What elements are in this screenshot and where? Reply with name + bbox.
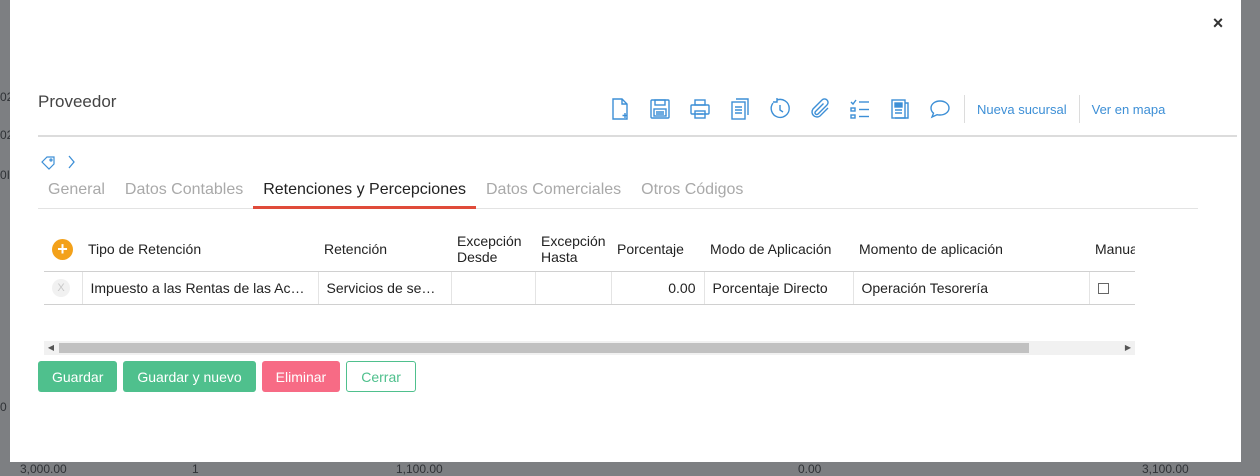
print-icon[interactable] — [680, 94, 720, 124]
column-header-line: Excepción — [457, 233, 522, 250]
column-header[interactable]: Modo de Aplicación — [704, 228, 853, 271]
tab-retenciones-percepciones[interactable]: Retenciones y Percepciones — [253, 178, 476, 209]
action-buttons: Guardar Guardar y nuevo Eliminar Cerrar — [38, 361, 416, 392]
checklist-icon[interactable] — [840, 94, 880, 124]
breadcrumb — [40, 154, 80, 175]
scroll-right-arrow-icon[interactable]: ▶ — [1121, 341, 1135, 355]
table-row: X Impuesto a las Rentas de las Ac… Servi… — [44, 270, 1135, 305]
table-header-row: + Tipo de Retención Retención Excepción D… — [44, 228, 1135, 271]
delete-button[interactable]: Eliminar — [261, 361, 341, 392]
background-fragment: 0.00 — [798, 462, 822, 476]
column-header-line: Hasta — [541, 249, 578, 266]
tab-general[interactable]: General — [38, 178, 115, 208]
background-fragment: 3,000.00 — [20, 462, 67, 476]
background-fragment: 0 — [0, 400, 7, 414]
column-header[interactable]: Retención — [318, 228, 451, 271]
cell-tipo-retencion[interactable]: Impuesto a las Rentas de las Ac… — [81, 270, 318, 305]
tab-datos-contables[interactable]: Datos Contables — [115, 178, 253, 208]
cell-manual — [1088, 270, 1135, 305]
title-divider — [38, 135, 1237, 137]
cell-excepcion-desde[interactable] — [450, 270, 535, 305]
save-icon[interactable] — [640, 94, 680, 124]
view-map-link[interactable]: Ver en mapa — [1084, 102, 1174, 117]
new-document-icon[interactable] — [600, 94, 640, 124]
add-row-button[interactable]: + — [52, 238, 73, 260]
cell-excepcion-hasta[interactable] — [534, 270, 611, 305]
delete-row-button[interactable]: X — [52, 278, 70, 297]
chevron-right-icon[interactable] — [64, 154, 80, 175]
add-cell: + — [44, 228, 82, 271]
tag-icon[interactable] — [40, 154, 56, 175]
tab-otros-codigos[interactable]: Otros Códigos — [631, 178, 753, 208]
scrollbar-thumb[interactable] — [59, 343, 1029, 353]
column-header[interactable]: Porcentaje — [611, 228, 704, 271]
tab-bar: General Datos Contables Retenciones y Pe… — [38, 178, 1198, 209]
tab-datos-comerciales[interactable]: Datos Comerciales — [476, 178, 631, 208]
cell-retencion[interactable]: Servicios de se… — [317, 270, 451, 305]
background-fragment: 3,100.00 — [1142, 462, 1189, 476]
background-fragment: 1,100.00 — [396, 462, 443, 476]
manual-checkbox[interactable] — [1097, 283, 1109, 295]
report-icon[interactable] — [880, 94, 920, 124]
column-header-line: Desde — [457, 249, 498, 266]
column-header[interactable]: Tipo de Retención — [82, 228, 318, 271]
supplier-modal: × Proveedor Nueva sucursal Ver en mapa G… — [10, 0, 1241, 462]
background-fragment: 1 — [192, 462, 199, 476]
history-icon[interactable] — [760, 94, 800, 124]
horizontal-scrollbar[interactable]: ◀ ▶ — [44, 341, 1135, 355]
save-button[interactable]: Guardar — [38, 361, 118, 392]
toolbar-divider — [964, 95, 965, 123]
delete-cell: X — [44, 270, 82, 305]
attachment-icon[interactable] — [800, 94, 840, 124]
toolbar-divider — [1078, 95, 1080, 123]
copy-icon[interactable] — [720, 94, 760, 124]
cell-momento-aplicacion[interactable]: Operación Tesorería — [852, 270, 1089, 305]
cell-modo-aplicacion[interactable]: Porcentaje Directo — [703, 270, 853, 305]
page-title: Proveedor — [38, 92, 117, 111]
column-header[interactable]: Momento de aplicación — [853, 228, 1089, 271]
scroll-left-arrow-icon[interactable]: ◀ — [44, 341, 58, 355]
toolbar: Nueva sucursal Ver en mapa — [600, 94, 1173, 124]
new-branch-link[interactable]: Nueva sucursal — [969, 102, 1075, 117]
cell-porcentaje[interactable]: 0.00 — [610, 270, 704, 305]
close-button[interactable]: Cerrar — [346, 361, 416, 392]
comment-icon[interactable] — [920, 94, 960, 124]
retentions-table: + Tipo de Retención Retención Excepción D… — [44, 228, 1135, 305]
column-header-line: Excepción — [541, 233, 606, 250]
column-header[interactable]: Manua — [1089, 228, 1135, 271]
column-header[interactable]: Excepción Hasta — [535, 228, 611, 271]
save-and-new-button[interactable]: Guardar y nuevo — [123, 361, 256, 392]
close-icon[interactable]: × — [1208, 10, 1228, 36]
column-header[interactable]: Excepción Desde — [451, 228, 535, 271]
